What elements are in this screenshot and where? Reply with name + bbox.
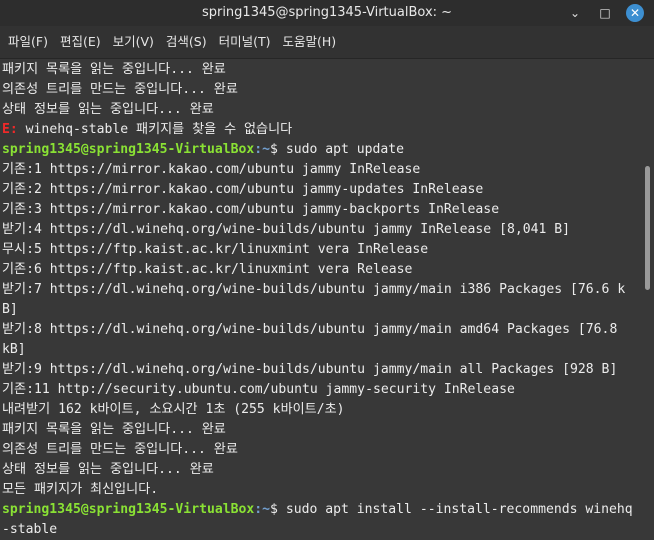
output-line: E: winehq-stable 패키지를 찾을 수 없습니다 bbox=[2, 120, 640, 140]
menu-bar: 파일(F) 편집(E) 보기(V) 검색(S) 터미널(T) 도움말(H) bbox=[0, 26, 654, 59]
line-text: 모든 패키지가 최신입니다. bbox=[2, 482, 159, 497]
output-line: 기존:1 https://mirror.kakao.com/ubuntu jam… bbox=[2, 160, 640, 180]
line-text: 의존성 트리를 만드는 중입니다... 완료 bbox=[2, 442, 238, 457]
output-line: 받기:7 https://dl.winehq.org/wine-builds/u… bbox=[2, 280, 640, 300]
output-line: -stable bbox=[2, 520, 640, 540]
output-line: 받기:4 https://dl.winehq.org/wine-builds/u… bbox=[2, 220, 640, 240]
minimize-icon[interactable]: ⌄ bbox=[566, 4, 584, 22]
prompt-path: :~ bbox=[254, 142, 271, 157]
prompt-line: spring1345@spring1345-VirtualBox:~$ sudo… bbox=[2, 500, 640, 520]
line-text: 기존:2 https://mirror.kakao.com/ubuntu jam… bbox=[2, 182, 484, 197]
line-text: 기존:1 https://mirror.kakao.com/ubuntu jam… bbox=[2, 162, 421, 177]
output-line: 내려받기 162 k바이트, 소요시간 1초 (255 k바이트/초) bbox=[2, 400, 640, 420]
prompt-path: :~ bbox=[254, 502, 271, 517]
line-text: winehq-stable 패키지를 찾을 수 없습니다 bbox=[17, 122, 293, 137]
line-text: 상태 정보를 읽는 중입니다... 완료 bbox=[2, 102, 214, 117]
output-line: 무시:5 https://ftp.kaist.ac.kr/linuxmint v… bbox=[2, 240, 640, 260]
output-line: 모든 패키지가 최신입니다. bbox=[2, 480, 640, 500]
line-text: 내려받기 162 k바이트, 소요시간 1초 (255 k바이트/초) bbox=[2, 402, 345, 417]
menu-edit[interactable]: 편집(E) bbox=[54, 30, 107, 54]
line-text: 패키지 목록을 읽는 중입니다... 완료 bbox=[2, 422, 226, 437]
output-line: 받기:9 https://dl.winehq.org/wine-builds/u… bbox=[2, 360, 640, 380]
prompt-user-host: spring1345@spring1345-VirtualBox bbox=[2, 502, 255, 517]
line-text: -stable bbox=[2, 522, 58, 537]
output-line: 패키지 목록을 읽는 중입니다... 완료 bbox=[2, 420, 640, 440]
output-line: 상태 정보를 읽는 중입니다... 완료 bbox=[2, 100, 640, 120]
scrollbar[interactable] bbox=[643, 60, 652, 540]
line-text: 기존:6 https://ftp.kaist.ac.kr/linuxmint v… bbox=[2, 262, 413, 277]
output-line: 의존성 트리를 만드는 중입니다... 완료 bbox=[2, 440, 640, 460]
menu-terminal[interactable]: 터미널(T) bbox=[213, 30, 277, 54]
line-text: B] bbox=[2, 302, 18, 317]
line-text: kB] bbox=[2, 342, 26, 357]
line-text: 패키지 목록을 읽는 중입니다... 완료 bbox=[2, 62, 226, 77]
output-line: B] bbox=[2, 300, 640, 320]
output-line: kB] bbox=[2, 340, 640, 360]
output-line: 패키지 목록을 읽는 중입니다... 완료 bbox=[2, 60, 640, 80]
line-text: 상태 정보를 읽는 중입니다... 완료 bbox=[2, 462, 214, 477]
maximize-icon[interactable]: □ bbox=[596, 4, 614, 22]
command-text: $ sudo apt update bbox=[270, 142, 405, 157]
output-line: 기존:11 http://security.ubuntu.com/ubuntu … bbox=[2, 380, 640, 400]
menu-file[interactable]: 파일(F) bbox=[2, 30, 54, 54]
output-line: 상태 정보를 읽는 중입니다... 완료 bbox=[2, 460, 640, 480]
scrollbar-thumb[interactable] bbox=[645, 166, 650, 290]
output-line: 기존:6 https://ftp.kaist.ac.kr/linuxmint v… bbox=[2, 260, 640, 280]
output-line: 받기:8 https://dl.winehq.org/wine-builds/u… bbox=[2, 320, 640, 340]
menu-help[interactable]: 도움말(H) bbox=[277, 30, 343, 54]
menu-view[interactable]: 보기(V) bbox=[107, 30, 160, 54]
line-text: 받기:8 https://dl.winehq.org/wine-builds/u… bbox=[2, 322, 618, 337]
prompt-user-host: spring1345@spring1345-VirtualBox bbox=[2, 142, 255, 157]
line-text: 무시:5 https://ftp.kaist.ac.kr/linuxmint v… bbox=[2, 242, 429, 257]
terminal-window: spring1345@spring1345-VirtualBox: ~ ⌄ □ … bbox=[0, 0, 654, 540]
line-text: 기존:11 http://security.ubuntu.com/ubuntu … bbox=[2, 382, 515, 397]
menu-search[interactable]: 검색(S) bbox=[160, 30, 213, 54]
output-line: 기존:3 https://mirror.kakao.com/ubuntu jam… bbox=[2, 200, 640, 220]
line-text: 받기:4 https://dl.winehq.org/wine-builds/u… bbox=[2, 222, 571, 237]
error-prefix: E: bbox=[2, 122, 18, 137]
line-text: 의존성 트리를 만드는 중입니다... 완료 bbox=[2, 82, 238, 97]
window-title: spring1345@spring1345-VirtualBox: ~ bbox=[201, 5, 453, 20]
prompt-line: spring1345@spring1345-VirtualBox:~$ sudo… bbox=[2, 140, 640, 160]
output-line: 기존:2 https://mirror.kakao.com/ubuntu jam… bbox=[2, 180, 640, 200]
terminal-lines: 패키지 목록을 읽는 중입니다... 완료의존성 트리를 만드는 중입니다...… bbox=[2, 60, 640, 540]
line-text: 받기:9 https://dl.winehq.org/wine-builds/u… bbox=[2, 362, 618, 377]
terminal-output[interactable]: 패키지 목록을 읽는 중입니다... 완료의존성 트리를 만드는 중입니다...… bbox=[0, 60, 654, 540]
line-text: 받기:7 https://dl.winehq.org/wine-builds/u… bbox=[2, 282, 626, 297]
line-text: 기존:3 https://mirror.kakao.com/ubuntu jam… bbox=[2, 202, 500, 217]
command-text: $ sudo apt install --install-recommends … bbox=[270, 502, 633, 517]
title-bar[interactable]: spring1345@spring1345-VirtualBox: ~ ⌄ □ … bbox=[0, 0, 654, 26]
output-line: 의존성 트리를 만드는 중입니다... 완료 bbox=[2, 80, 640, 100]
close-icon[interactable]: ✕ bbox=[626, 4, 644, 22]
